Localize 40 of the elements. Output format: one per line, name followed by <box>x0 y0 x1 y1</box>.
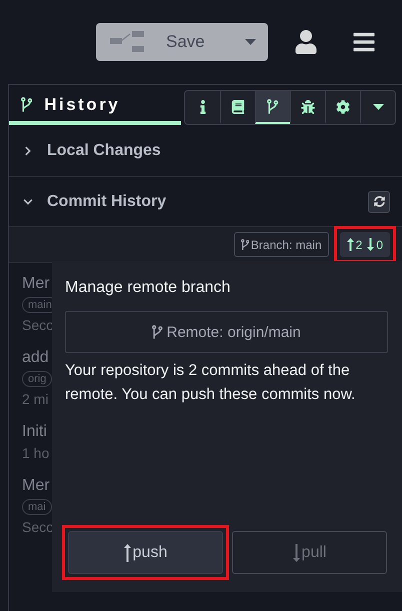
commit-message: add <box>22 349 49 367</box>
popover-message: Your repository is 2 commits ahead of the remote. You can push these commits now. <box>65 361 356 405</box>
section-title: Local Changes <box>47 142 162 160</box>
save-button[interactable]: Save <box>96 23 268 61</box>
history-tab[interactable]: History <box>9 89 181 125</box>
caret-icon <box>372 104 384 110</box>
refresh-button[interactable] <box>368 190 390 212</box>
settings-icon <box>336 100 350 114</box>
section-title: Commit History <box>47 192 168 210</box>
branch-icon <box>240 238 249 250</box>
refresh-icon <box>374 196 384 207</box>
commit-time: 2 mi <box>22 391 48 407</box>
branch-icon <box>152 324 163 340</box>
commit-time: 1 ho <box>22 445 50 461</box>
commit-message: Mer <box>22 275 50 293</box>
caret-icon <box>245 39 256 45</box>
flow-icon <box>110 31 144 53</box>
menu-icon <box>352 30 376 54</box>
branch-tab[interactable] <box>255 91 290 124</box>
branch-icon <box>21 97 32 113</box>
sync-status-button[interactable]: 2 0 <box>340 232 390 257</box>
user-icon <box>294 30 318 54</box>
user-button[interactable] <box>294 30 318 54</box>
remote-button[interactable]: Remote: origin/main <box>65 311 388 353</box>
down-arrow-icon <box>292 544 300 562</box>
section-header[interactable]: Local Changes <box>9 125 402 177</box>
up-arrow-icon <box>346 238 354 251</box>
up-arrow-icon <box>124 544 131 562</box>
menu-button[interactable] <box>352 30 376 54</box>
branch-button[interactable]: Branch: main <box>234 232 329 257</box>
push-button[interactable]: push <box>68 531 223 574</box>
branch-icon <box>267 98 279 114</box>
down-arrow-icon <box>367 238 374 251</box>
book-icon <box>231 100 245 114</box>
commit-message: Mer <box>22 477 50 495</box>
commit-message: Initi <box>22 423 47 441</box>
chevron-right-icon <box>23 146 33 156</box>
bug-icon <box>301 100 315 114</box>
popover-title: Manage remote branch <box>65 279 232 297</box>
chevron-down-icon <box>23 196 33 206</box>
